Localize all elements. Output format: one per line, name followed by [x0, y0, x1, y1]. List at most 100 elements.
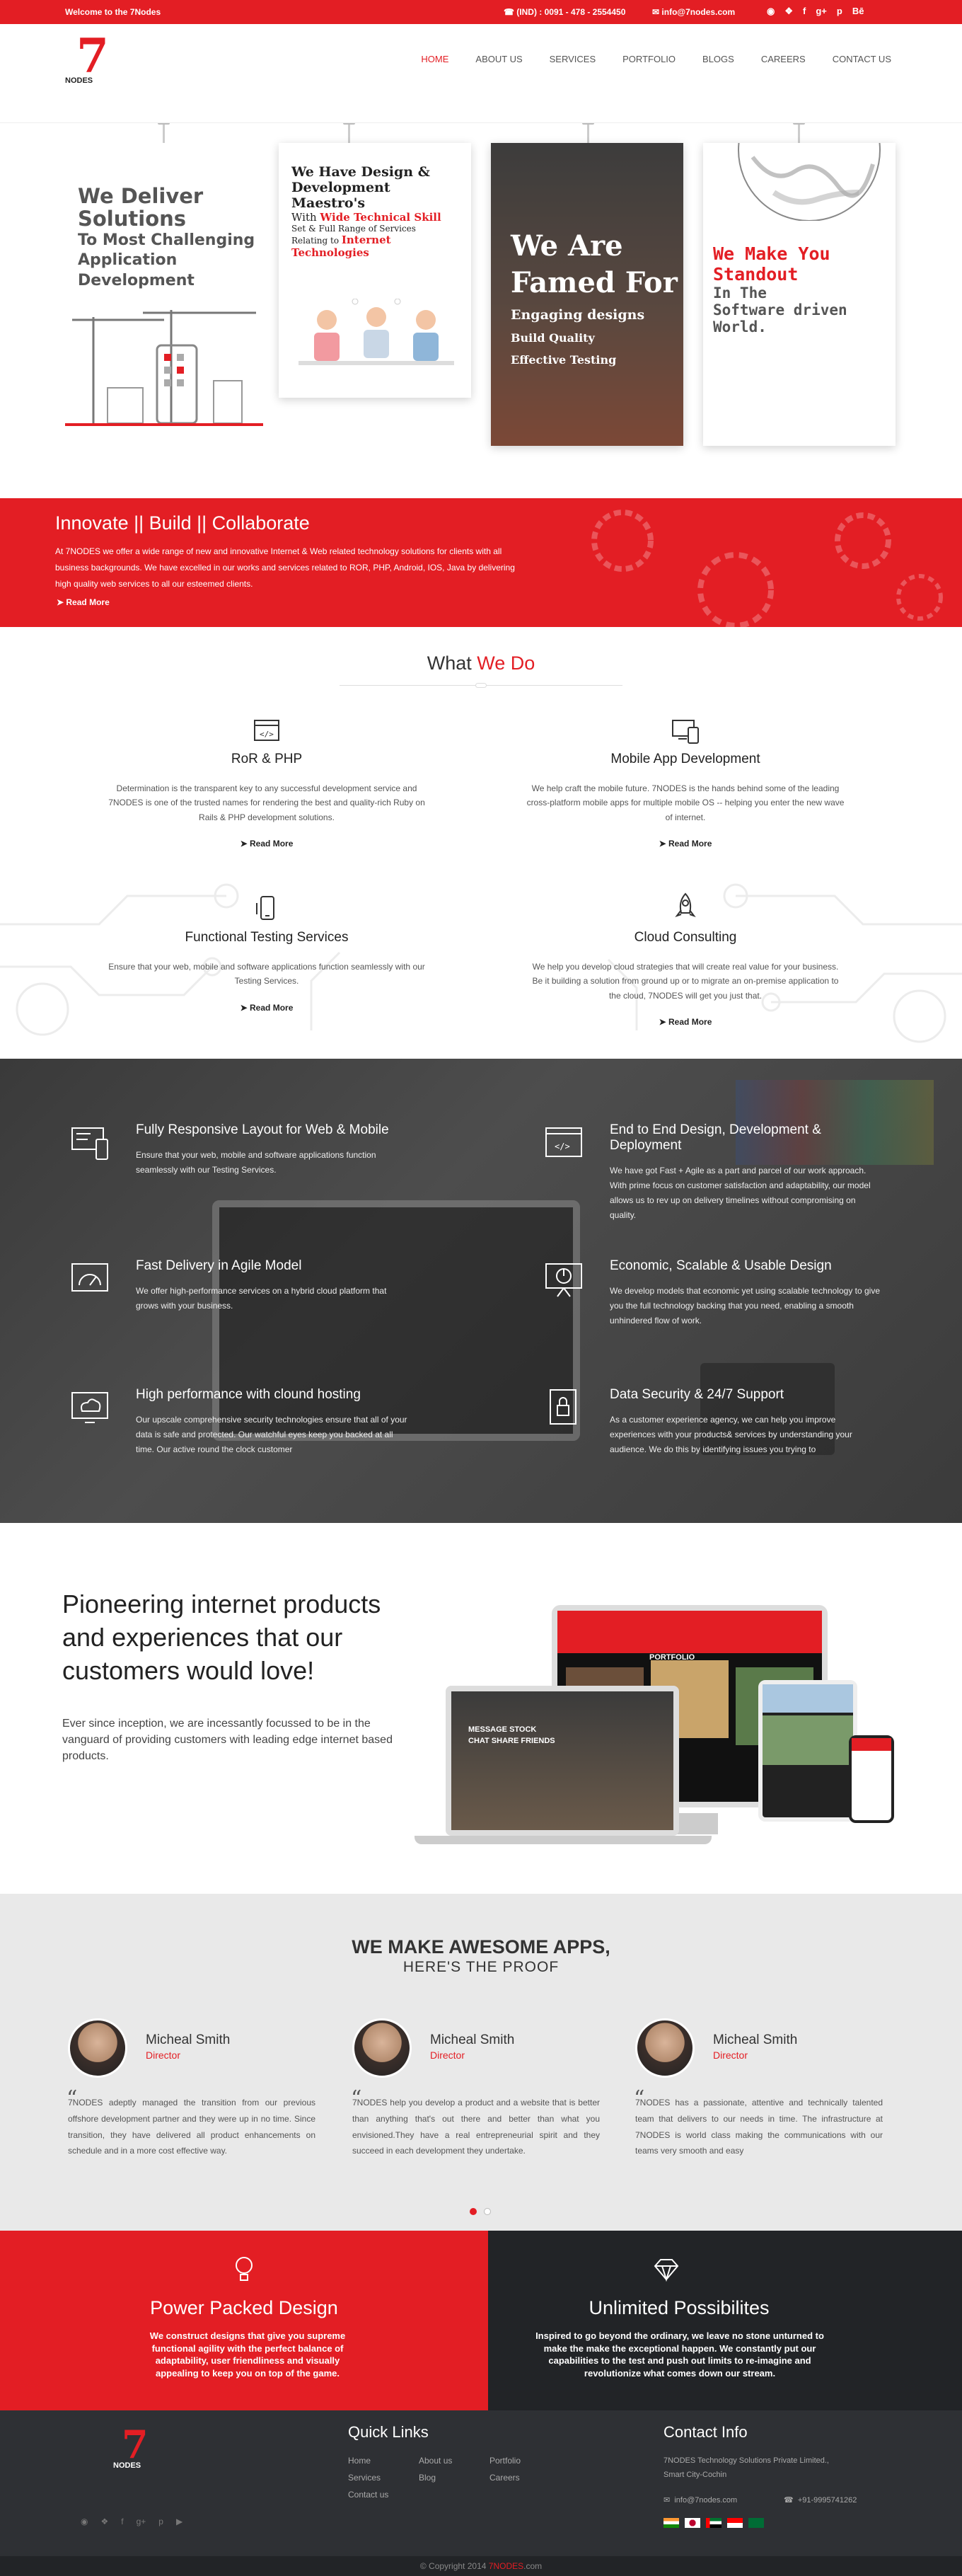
avatar: [635, 2018, 695, 2078]
top-bar: Welcome to the 7Nodes ☎ (IND) : 0091 - 4…: [0, 0, 962, 24]
innovate-description: At 7NODES we offer a wide range of new a…: [55, 546, 515, 589]
globe-sketch: [738, 143, 881, 221]
feature-cloud-hosting: High performance with clound hosting Our…: [69, 1387, 409, 1457]
github-icon[interactable]: ◉: [767, 6, 775, 17]
twitter-icon[interactable]: ❖: [100, 2517, 108, 2526]
pioneering-section: Pioneering internet products and experie…: [0, 1523, 962, 1894]
main-nav: HOME ABOUT US SERVICES PORTFOLIO BLOGS C…: [421, 54, 891, 64]
footer-logo[interactable]: 7 NODES: [113, 2422, 156, 2474]
power-packed-panel: Power Packed Design We construct designs…: [0, 2231, 488, 2410]
footer-link-services[interactable]: Services: [348, 2473, 419, 2483]
testimonials-subtitle: HERE'S THE PROOF: [402, 1959, 560, 1975]
footer-link-contact[interactable]: Contact us: [348, 2490, 419, 2500]
mail-icon: ✉: [663, 2496, 675, 2505]
carousel-dot-active[interactable]: [470, 2208, 477, 2215]
copyright-bar: © Copyright 2014 7NODES.com: [0, 2556, 962, 2576]
unlimited-panel: Unlimited Possibilites Inspired to go be…: [488, 2231, 962, 2410]
feature-end-to-end: </> End to End Design, Development & Dep…: [543, 1122, 883, 1223]
rocket-icon: [675, 892, 696, 917]
diamond-icon: [654, 2259, 679, 2282]
chevron-right-icon: ➤: [240, 839, 250, 849]
innovate-read-more[interactable]: ➤ Read More: [57, 597, 110, 607]
facebook-icon[interactable]: f: [121, 2517, 123, 2526]
card-hanger: [793, 123, 805, 143]
browser-code-icon: </>: [545, 1127, 582, 1157]
youtube-icon[interactable]: ▶: [176, 2517, 182, 2526]
read-more-link[interactable]: ➤ Read More: [526, 1017, 845, 1027]
contact-email[interactable]: ✉ info@7nodes.com: [663, 2495, 737, 2505]
contact-phone[interactable]: ☎ +91-9995741262: [784, 2495, 857, 2505]
cloud-hosting-icon: [71, 1392, 108, 1423]
logo[interactable]: 7 NODES: [65, 28, 115, 89]
avatar: [352, 2018, 412, 2078]
twitter-icon[interactable]: ❖: [784, 6, 793, 17]
mobile-test-icon: [256, 896, 274, 920]
google-plus-icon[interactable]: g+: [816, 6, 827, 17]
footer-link-home[interactable]: Home: [348, 2456, 419, 2466]
carousel-dots: [470, 2208, 491, 2215]
read-more-link[interactable]: ➤ Read More: [526, 839, 845, 849]
footer-link-about[interactable]: About us: [419, 2456, 489, 2466]
testimonials-title: WE MAKE AWESOME APPS,: [352, 1936, 610, 1957]
security-lock-icon: [550, 1389, 576, 1425]
pioneer-title: Pioneering internet products and experie…: [62, 1589, 381, 1685]
footer-link-portfolio[interactable]: Portfolio: [489, 2456, 560, 2466]
hero-section: We Deliver Solutions To Most Challenging…: [0, 123, 962, 498]
footer-link-careers[interactable]: Careers: [489, 2473, 560, 2483]
phone-contact[interactable]: ☎ (IND) : 0091 - 478 - 2554450: [504, 7, 625, 17]
carousel-dot[interactable]: [484, 2208, 491, 2215]
pinterest-icon[interactable]: p: [158, 2517, 163, 2526]
features-section: Fully Responsive Layout for Web & Mobile…: [0, 1059, 962, 1523]
contact-info-title: Contact Info: [663, 2423, 748, 2441]
lightbulb-icon: [236, 2257, 253, 2281]
uae-flag-icon: [706, 2518, 722, 2528]
presentation-chart-icon: [545, 1263, 582, 1297]
nav-portfolio[interactable]: PORTFOLIO: [622, 54, 676, 64]
read-more-link[interactable]: ➤ Read More: [108, 1003, 426, 1013]
country-flags: [663, 2518, 764, 2528]
feature-responsive: Fully Responsive Layout for Web & Mobile…: [69, 1122, 409, 1178]
nav-about-us[interactable]: ABOUT US: [475, 54, 522, 64]
welcome-text: Welcome to the 7Nodes: [65, 7, 161, 17]
behance-icon[interactable]: Bē: [852, 6, 864, 17]
quick-links-title: Quick Links: [348, 2423, 429, 2441]
social-links: ◉ ❖ f g+ p Bē: [767, 6, 864, 17]
nav-blogs[interactable]: BLOGS: [702, 54, 734, 64]
nav-services[interactable]: SERVICES: [550, 54, 596, 64]
saudi-flag-icon: [748, 2518, 764, 2528]
footer-socials: ◉ ❖ f g+ p ▶: [81, 2517, 182, 2526]
india-flag-icon: [663, 2518, 679, 2528]
hero-card-deliver: We Deliver Solutions To Most Challenging…: [78, 184, 255, 289]
what-we-do-section: What We Do </> RoR & PHP Determination i…: [0, 627, 962, 1059]
footer-link-blog[interactable]: Blog: [419, 2473, 489, 2483]
nav-careers[interactable]: CAREERS: [761, 54, 806, 64]
pioneer-description: Ever since inception, we are incessantly…: [62, 1718, 393, 1763]
nav-contact-us[interactable]: CONTACT US: [833, 54, 891, 64]
hero-card-design: We Have Design & Development Maestro's W…: [279, 143, 471, 398]
singapore-flag-icon: [727, 2518, 743, 2528]
email-contact[interactable]: ✉ info@7nodes.com: [652, 7, 735, 17]
code-window-icon: </>: [254, 720, 279, 741]
feature-fast-delivery: Fast Delivery in Agile Model We offer hi…: [69, 1258, 409, 1313]
chevron-right-icon: ➤: [659, 839, 669, 849]
service-ror-php: </> RoR & PHP Determination is the trans…: [108, 716, 426, 849]
service-mobile-app: Mobile App Development We help craft the…: [526, 716, 845, 849]
card-hanger: [582, 123, 594, 143]
svg-text:</>: </>: [260, 730, 274, 739]
pinterest-icon[interactable]: p: [837, 6, 842, 17]
contact-address: 7NODES Technology Solutions Private Limi…: [663, 2456, 829, 2479]
chevron-right-icon: ➤: [240, 1002, 250, 1013]
nav-home[interactable]: HOME: [421, 54, 448, 64]
google-plus-icon[interactable]: g+: [137, 2517, 146, 2526]
feature-economic: Economic, Scalable & Usable Design We de…: [543, 1258, 883, 1328]
hero-card-famed: We Are Famed For Engaging designs Build …: [491, 143, 683, 446]
github-icon[interactable]: ◉: [81, 2517, 88, 2526]
feature-data-security: Data Security & 24/7 Support As a custom…: [543, 1387, 883, 1457]
gears-decoration: [591, 510, 943, 627]
japan-flag-icon: [685, 2518, 700, 2528]
service-testing: Functional Testing Services Ensure that …: [108, 895, 426, 1013]
facebook-icon[interactable]: f: [803, 6, 806, 17]
chevron-right-icon: ➤: [659, 1017, 669, 1028]
read-more-link[interactable]: ➤ Read More: [108, 839, 426, 849]
power-section: Power Packed Design We construct designs…: [0, 2231, 962, 2410]
